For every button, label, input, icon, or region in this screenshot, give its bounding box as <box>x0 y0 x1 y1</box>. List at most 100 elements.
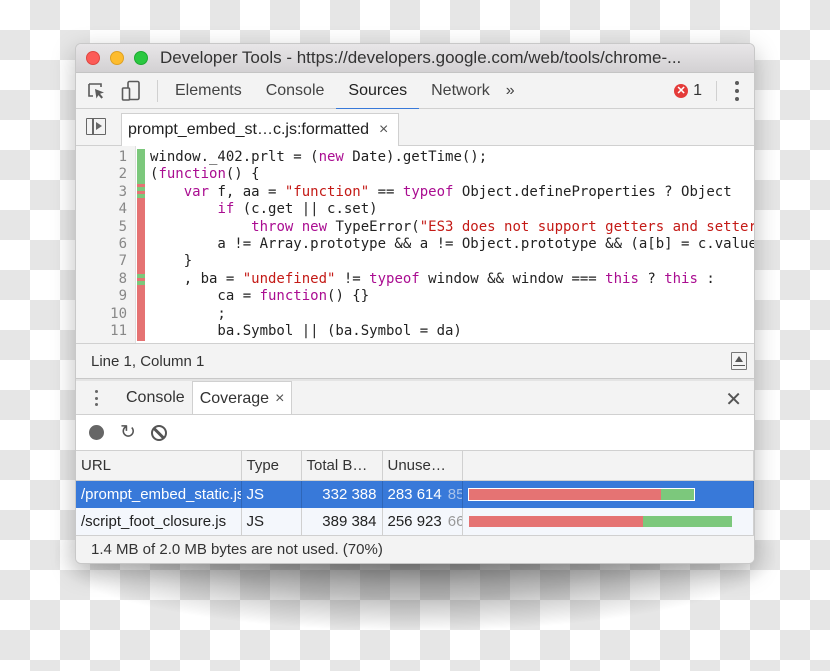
tab-console[interactable]: Console <box>254 73 337 109</box>
column-header-usage-visualization[interactable] <box>462 451 754 481</box>
code-text: (c.get || c.set) <box>234 201 378 218</box>
usage-bar-used <box>660 488 694 500</box>
column-header-type[interactable]: Type <box>241 451 302 481</box>
table-row[interactable]: /script_foot_closure.js JS 389 384 256 923 6… <box>76 507 754 535</box>
code-line: (function() { <box>150 166 754 183</box>
drawer-menu-icon[interactable] <box>95 390 99 406</box>
code-line: } <box>150 253 754 270</box>
drawer-tab-console[interactable]: Console <box>119 381 192 414</box>
line-number[interactable]: 11 <box>87 323 127 340</box>
devtools-window: Developer Tools - https://developers.goo… <box>75 43 755 564</box>
unused-percent: 85.3 % <box>447 485 461 503</box>
unused-bytes-value: 283 614 <box>387 485 442 503</box>
close-tab-icon[interactable]: × <box>379 121 388 139</box>
code-text: == <box>369 183 403 200</box>
drawer-tab-coverage-label: Coverage <box>199 389 270 407</box>
cell-usage-bar <box>462 507 754 535</box>
code-line: ; <box>150 306 754 323</box>
usage-bar-unused <box>468 488 661 500</box>
file-tab-label: prompt_embed_st…c.js:formatted <box>128 121 369 138</box>
coverage-marker-unused <box>137 218 145 237</box>
customize-menu-icon[interactable] <box>734 81 740 101</box>
code-text: != <box>335 270 370 287</box>
tab-sources[interactable]: Sources <box>336 73 419 110</box>
code-text: () {} <box>327 288 370 305</box>
code-text: ba.Symbol || (ba.Symbol = da) <box>150 322 462 339</box>
clear-icon[interactable] <box>150 424 167 441</box>
editor-tab-bar: prompt_embed_st…c.js:formatted × <box>76 109 754 146</box>
code-line: , ba = "undefined" != typeof window && w… <box>150 271 754 288</box>
code-keyword: typeof <box>369 270 420 287</box>
code-editor[interactable]: 1 2 3 4 5 6 7 8 9 10 11 window._402.prlt = (new Da… <box>76 146 754 344</box>
code-text: Date).getTime(); <box>343 149 488 165</box>
code-line: ca = function() {} <box>150 288 754 305</box>
record-icon[interactable] <box>89 425 104 440</box>
cell-url: /prompt_embed_static.js <box>76 480 242 508</box>
line-number[interactable]: 7 <box>87 253 127 270</box>
coverage-marker-unused <box>137 253 145 272</box>
more-tabs-button[interactable]: » <box>502 73 519 109</box>
line-number[interactable]: 10 <box>87 306 127 323</box>
close-window-button[interactable] <box>86 51 100 65</box>
code-text: , ba = <box>150 270 243 287</box>
code-text: window && window === <box>419 270 606 287</box>
code-line: throw new TypeError("ES3 does not suppor… <box>150 219 754 236</box>
code-keyword: this <box>605 270 639 287</box>
code-text: a != Array.prototype && a != Object.prot… <box>150 235 754 252</box>
column-header-unused-bytes[interactable]: Unuse… <box>382 451 463 481</box>
line-number[interactable]: 8 <box>87 271 127 288</box>
device-toolbar-icon[interactable] <box>119 79 143 103</box>
cell-total-bytes: 332 388 <box>301 480 383 508</box>
table-row[interactable]: /prompt_embed_static.js JS 332 388 283 614 8… <box>76 480 754 508</box>
code-keyword: function <box>259 288 328 305</box>
unused-bytes-value: 256 923 <box>387 512 442 530</box>
coverage-summary-text: 1.4 MB of 2.0 MB bytes are not used. (70… <box>91 541 383 558</box>
line-number[interactable]: 2 <box>87 166 127 183</box>
toggle-debugger-pane-icon[interactable] <box>731 352 747 370</box>
code-keyword: throw new <box>251 218 328 235</box>
code-line: ba.Symbol || (ba.Symbol = da) <box>150 323 754 340</box>
coverage-summary: 1.4 MB of 2.0 MB bytes are not used. (70… <box>76 535 754 563</box>
line-number[interactable]: 9 <box>87 288 127 305</box>
line-number-gutter: 1 2 3 4 5 6 7 8 9 10 11 <box>76 146 136 343</box>
inspect-element-icon[interactable] <box>85 79 109 103</box>
window-title: Developer Tools - https://developers.goo… <box>160 48 682 67</box>
tab-elements[interactable]: Elements <box>163 73 254 109</box>
drawer-tab-coverage[interactable]: Coverage × <box>191 381 293 415</box>
code-keyword: function <box>158 166 226 183</box>
line-number[interactable]: 5 <box>87 219 127 236</box>
toggle-navigator-icon[interactable] <box>86 118 106 135</box>
coverage-table: URL Type Total B… Unuse… /prompt_embed_s… <box>76 451 754 535</box>
column-header-url[interactable]: URL <box>76 451 242 481</box>
code-line: if (c.get || c.set) <box>150 201 754 218</box>
code-line: var f, aa = "function" == typeof Object.… <box>150 184 754 201</box>
error-count: 1 <box>693 82 702 99</box>
cell-usage-bar <box>462 480 754 508</box>
code-keyword: var <box>183 183 210 200</box>
coverage-marker-used <box>137 166 145 185</box>
line-number[interactable]: 3 <box>87 184 127 201</box>
tab-network[interactable]: Network <box>419 73 502 109</box>
file-tab[interactable]: prompt_embed_st…c.js:formatted × <box>121 113 400 146</box>
coverage-marker-unused <box>137 236 145 254</box>
line-number[interactable]: 4 <box>87 201 127 218</box>
line-number[interactable]: 6 <box>87 236 127 253</box>
cell-type: JS <box>241 507 302 535</box>
main-toolbar: Elements Console Sources Network » ✕ 1 <box>76 73 754 110</box>
line-number[interactable]: 1 <box>87 149 127 166</box>
unused-percent: 66.0 % <box>447 512 461 530</box>
close-coverage-tab-icon[interactable]: × <box>275 382 284 415</box>
cell-unused-bytes: 256 923 66.0 % <box>382 507 463 535</box>
zoom-window-button[interactable] <box>134 51 148 65</box>
column-header-total-bytes[interactable]: Total B… <box>301 451 383 481</box>
error-icon: ✕ <box>674 84 689 98</box>
reload-icon[interactable]: ↻ <box>120 423 136 442</box>
code-text: : <box>697 270 724 287</box>
code-text: ca = <box>150 288 260 305</box>
usage-bar-used <box>642 515 733 527</box>
close-drawer-button[interactable]: ✕ <box>725 387 742 412</box>
error-counter[interactable]: ✕ 1 <box>674 82 702 100</box>
minimize-window-button[interactable] <box>110 51 124 65</box>
